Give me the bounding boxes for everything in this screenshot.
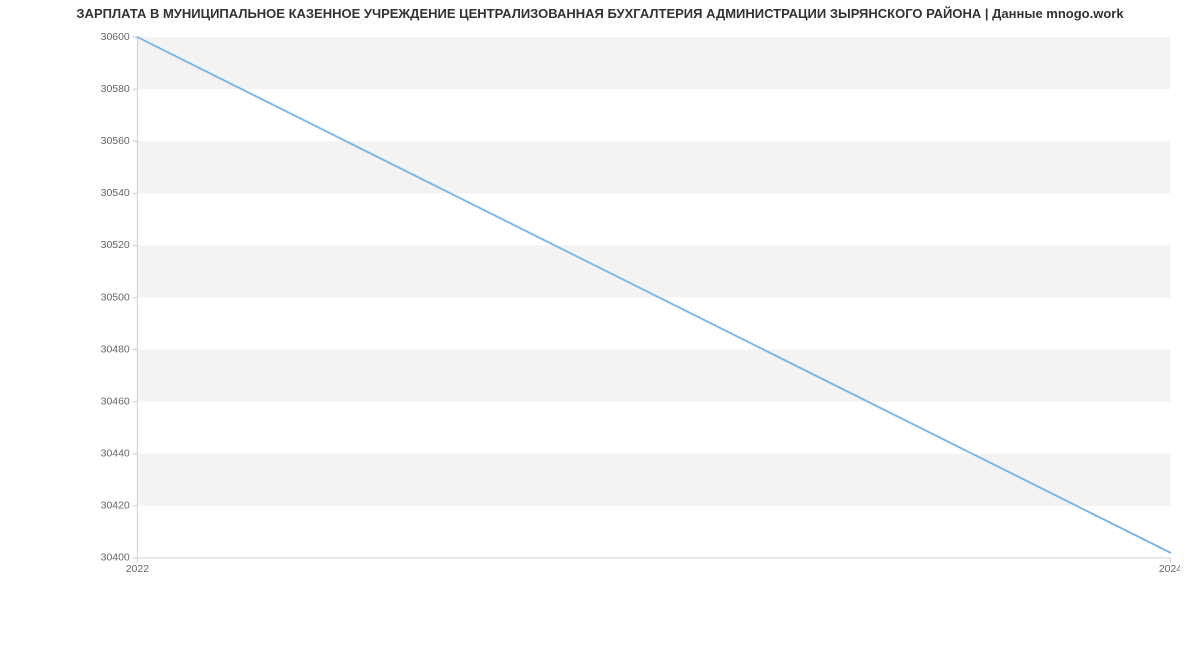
y-tick-label: 30500 xyxy=(101,292,130,303)
grid-band xyxy=(137,350,1170,402)
y-tick-label: 30480 xyxy=(101,344,130,355)
y-tick-label: 30520 xyxy=(101,240,130,251)
y-tick-label: 30440 xyxy=(101,449,130,460)
y-tick-label: 30400 xyxy=(101,553,130,564)
y-tick-label: 30600 xyxy=(101,32,130,43)
y-tick-label: 30560 xyxy=(101,136,130,147)
chart-title: ЗАРПЛАТА В МУНИЦИПАЛЬНОЕ КАЗЕННОЕ УЧРЕЖД… xyxy=(0,0,1200,21)
x-tick-label: 2024 xyxy=(1159,564,1180,575)
y-tick-label: 30580 xyxy=(101,84,130,95)
x-tick-label: 2022 xyxy=(126,564,149,575)
grid-band xyxy=(137,141,1170,193)
y-tick-label: 30540 xyxy=(101,188,130,199)
chart-svg: 30400 30420 30440 30460 30480 30500 30520 30540… xyxy=(85,30,1180,605)
plot-area: 30400 30420 30440 30460 30480 30500 30520 30540… xyxy=(85,30,1180,605)
grid-band xyxy=(137,454,1170,506)
y-tick-label: 30420 xyxy=(101,501,130,512)
grid-band xyxy=(137,37,1170,89)
chart-container: ЗАРПЛАТА В МУНИЦИПАЛЬНОЕ КАЗЕННОЕ УЧРЕЖД… xyxy=(0,0,1200,650)
grid-band xyxy=(137,245,1170,297)
y-tick-label: 30460 xyxy=(101,396,130,407)
